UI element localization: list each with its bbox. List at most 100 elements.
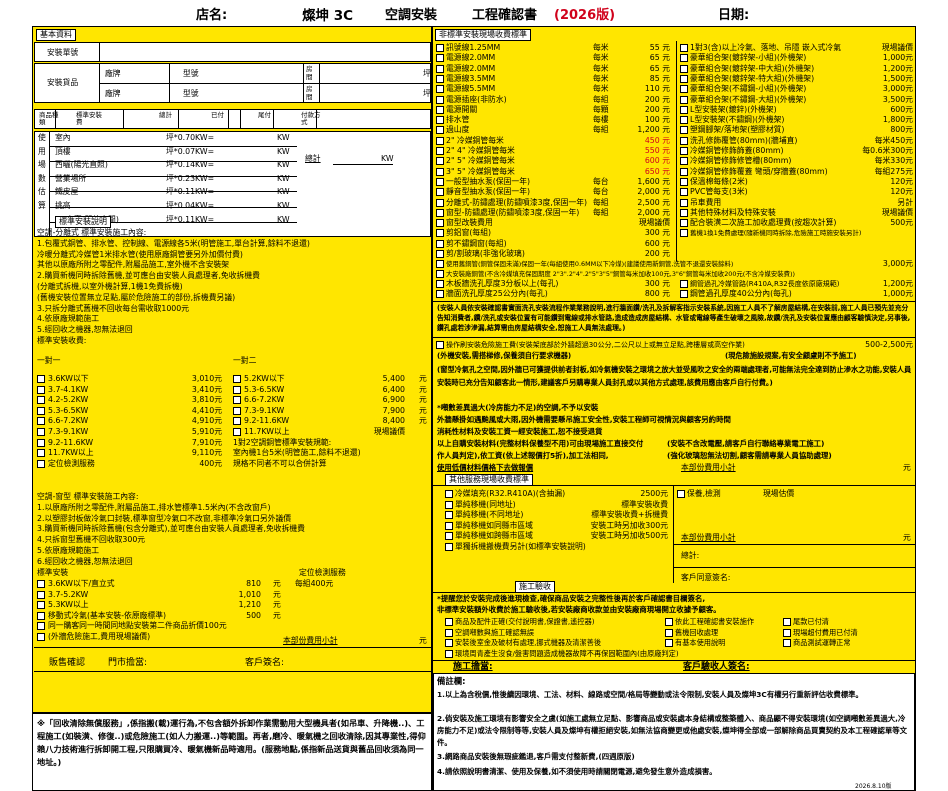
accept-item-9: 環境周青產生沒食/盤害問題造成機器故障不再保固範圍內(由原廠判定) xyxy=(455,648,679,658)
nonstd-c4-check[interactable] xyxy=(436,290,444,298)
accept-check-7[interactable] xyxy=(665,639,673,647)
nonstd-b-check-13[interactable] xyxy=(680,177,688,186)
accept-check-2[interactable] xyxy=(783,618,791,626)
nonstd-a-check-15[interactable] xyxy=(436,198,444,207)
nonstd-b-check-1[interactable] xyxy=(680,54,688,63)
accept-check-1[interactable] xyxy=(665,618,673,626)
other-maint-label: 保養,檢測 xyxy=(687,489,721,498)
other-check-4[interactable] xyxy=(445,532,453,541)
window-check-5[interactable] xyxy=(37,633,45,641)
std-1to1-check-1[interactable] xyxy=(37,385,45,394)
nonstd-a-check-10[interactable] xyxy=(436,147,444,155)
nonstd-b-check-9[interactable] xyxy=(680,136,688,145)
accept-check-8[interactable] xyxy=(783,639,791,647)
nonstd-a-check-1[interactable] xyxy=(436,54,444,63)
nonstd-a-check-13[interactable] xyxy=(436,177,444,186)
std-1to1-check-0[interactable] xyxy=(37,375,45,383)
nonstd-b-check-8[interactable] xyxy=(680,126,688,135)
std-1to1-check-4[interactable] xyxy=(37,417,45,426)
std-1to2-check-3[interactable] xyxy=(233,406,241,415)
nonstd-b-check-14[interactable] xyxy=(680,188,688,197)
window-check-1[interactable] xyxy=(37,590,45,599)
nonstd-b-price-8: 800元 xyxy=(890,125,913,135)
room-key-1: 用 xyxy=(38,146,46,156)
nonstd-a-check-9[interactable] xyxy=(436,136,444,145)
nonstd-b-check-15[interactable] xyxy=(680,198,688,207)
fee-header-1: 標準安裝費 xyxy=(76,111,102,126)
other-check-3[interactable] xyxy=(445,521,453,530)
accept-item-3: 空調噸數與施工確認無誤 xyxy=(455,627,535,637)
std-1to1-check-2[interactable] xyxy=(37,396,45,405)
window-check-0[interactable] xyxy=(37,580,45,588)
nonstd-b-check-3[interactable] xyxy=(680,74,688,83)
accept-check-5[interactable] xyxy=(783,628,791,637)
nonstd-b-check-2[interactable] xyxy=(680,64,688,73)
nonstd-c3-check[interactable] xyxy=(436,280,444,288)
nonstd-b-check-10[interactable] xyxy=(680,147,688,155)
std-1to2-check-5[interactable] xyxy=(233,428,241,436)
nonstd-c4b-check[interactable] xyxy=(680,290,688,298)
std-1to2-check-4[interactable] xyxy=(233,417,241,426)
nonstd-a-check-5[interactable] xyxy=(436,95,444,104)
nonstd-a-check-16[interactable] xyxy=(436,208,444,217)
nonstd-c3b-check[interactable] xyxy=(680,280,688,288)
rule-line xyxy=(316,109,317,129)
window-check-2[interactable] xyxy=(37,601,45,610)
nonstd-a-check-0[interactable] xyxy=(436,44,444,52)
std-1to1-name-8: 定位檢測服務 xyxy=(48,458,95,468)
nonstd-a-check-19[interactable] xyxy=(436,239,444,248)
nonstd-a-check-11[interactable] xyxy=(436,157,444,166)
nonstd-a-check-6[interactable] xyxy=(436,105,444,114)
accept-check-3[interactable] xyxy=(445,628,453,637)
std-1to2-check-0[interactable] xyxy=(233,375,241,383)
nonstd-c2-check[interactable] xyxy=(436,270,444,278)
nonstd-a-check-14[interactable] xyxy=(436,188,444,197)
std-1to1-check-3[interactable] xyxy=(37,406,45,415)
nonstd-a-check-12[interactable] xyxy=(436,167,444,176)
accept-check-9[interactable] xyxy=(445,649,453,658)
rule-line xyxy=(178,109,179,129)
nonstd-b-check-16[interactable] xyxy=(680,208,688,217)
nonstd-a-check-20[interactable] xyxy=(436,250,444,258)
nonstd-a-check-17[interactable] xyxy=(436,219,444,228)
window-check-4[interactable] xyxy=(37,622,45,631)
std-1to1-check-5[interactable] xyxy=(37,428,45,436)
std-1to2-check-1[interactable] xyxy=(233,385,241,394)
nonstd-b-check-12[interactable] xyxy=(680,167,688,176)
nonstd-a-check-18[interactable] xyxy=(436,229,444,238)
other-check-0[interactable] xyxy=(445,490,453,498)
nonstd-b-check-6[interactable] xyxy=(680,105,688,114)
window-check-3[interactable] xyxy=(37,611,45,620)
accept-check-6[interactable] xyxy=(445,639,453,647)
nonstd-a-name-20: 剪/割玻璃(非強化玻璃) xyxy=(446,249,525,258)
accept-check-0[interactable] xyxy=(445,618,453,626)
other-check-maint[interactable] xyxy=(677,490,685,498)
nonstd-b-check-7[interactable] xyxy=(680,116,688,125)
std-1to1-check-8[interactable] xyxy=(37,459,45,468)
warn2-check[interactable] xyxy=(436,341,444,349)
window-name-1: 3.7-5.2KW xyxy=(48,589,89,599)
nonstd-b-check-17[interactable] xyxy=(680,219,688,228)
other-check-5[interactable] xyxy=(445,543,453,551)
nonstd-a-check-3[interactable] xyxy=(436,74,444,83)
nonstd-c1-price: 3,000元 xyxy=(882,259,913,268)
nonstd-b-check-4[interactable] xyxy=(680,85,688,94)
nonstd-b-check-11[interactable] xyxy=(680,157,688,166)
other-check-2[interactable] xyxy=(445,511,453,520)
nonstd-a-check-8[interactable] xyxy=(436,126,444,135)
nonstd-b-check-5[interactable] xyxy=(680,95,688,104)
std-1to1-check-7[interactable] xyxy=(37,449,45,458)
nonstd-a-check-2[interactable] xyxy=(436,64,444,73)
std-1to2-check-2[interactable] xyxy=(233,396,241,405)
nonstd-a-check-7[interactable] xyxy=(436,116,444,125)
nonstd-b-check-0[interactable] xyxy=(680,44,688,52)
nonstd-b-check-18[interactable] xyxy=(680,229,688,238)
date-label: 日期: xyxy=(718,8,750,23)
nonstd-a-check-4[interactable] xyxy=(436,85,444,94)
other-check-1[interactable] xyxy=(445,500,453,509)
nonstd-c1-check[interactable] xyxy=(436,260,444,268)
install-goods-label: 安裝貨品 xyxy=(47,78,79,87)
std-1to1-check-6[interactable] xyxy=(37,438,45,447)
accept-check-4[interactable] xyxy=(665,628,673,637)
nonstd-b-name-8: 塑鋼腳架/落地架(塑膠材質) xyxy=(690,125,785,135)
